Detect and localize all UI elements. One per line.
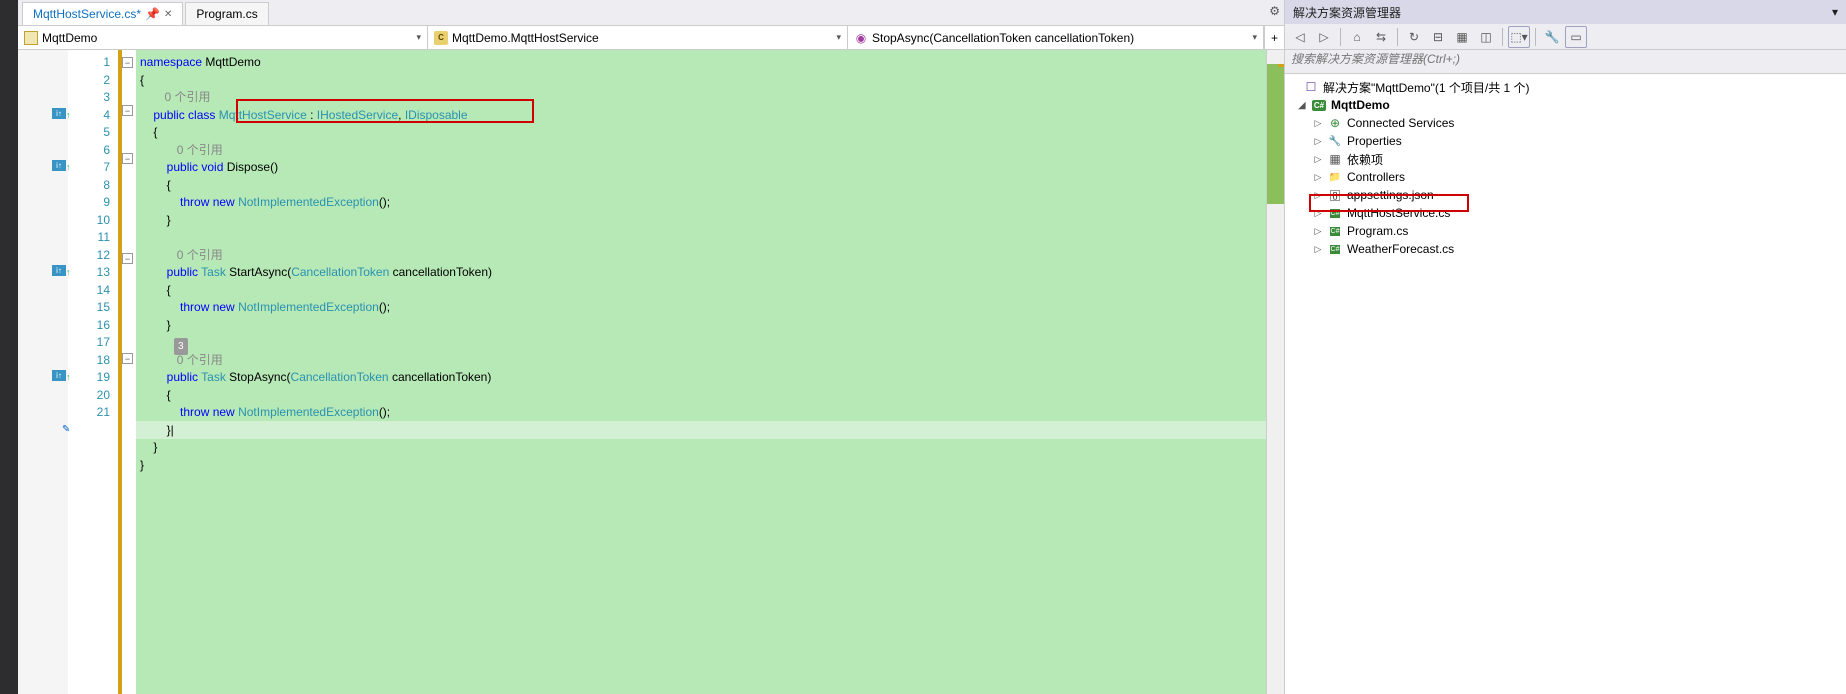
properties-button[interactable]: 🔧 bbox=[1541, 26, 1563, 48]
gear-icon[interactable]: ⚙ bbox=[1269, 4, 1280, 18]
chevron-down-icon: ▾ bbox=[1252, 32, 1257, 43]
fold-toggle[interactable]: − bbox=[122, 353, 133, 364]
expand-icon[interactable]: ▷ bbox=[1313, 208, 1323, 219]
codelens-badge[interactable]: 3 bbox=[174, 338, 188, 356]
outlining-margin: − − − − − bbox=[122, 50, 136, 694]
fold-toggle[interactable]: − bbox=[122, 105, 133, 116]
expand-icon[interactable]: ▷ bbox=[1313, 172, 1323, 183]
csharp-file-icon bbox=[1327, 245, 1343, 254]
tree-item-appsettings[interactable]: ▷ appsettings.json bbox=[1285, 186, 1846, 204]
solution-search[interactable] bbox=[1285, 50, 1846, 74]
solution-explorer: 解决方案资源管理器 ▾ ◁ ▷ ⌂ ⇆ ↻ ⊟ ▦ ◫ ⬚▾ 🔧 ▭ 解决方案"… bbox=[1284, 0, 1846, 694]
suggestion-indicator-icon[interactable]: i↑ bbox=[52, 160, 66, 171]
pin-icon[interactable]: 📌 bbox=[145, 7, 160, 21]
tree-item-weatherforecast[interactable]: ▷ WeatherForecast.cs bbox=[1285, 240, 1846, 258]
sync-button[interactable]: ⇆ bbox=[1370, 26, 1392, 48]
solution-node[interactable]: 解决方案"MqttDemo"(1 个项目/共 1 个) bbox=[1285, 78, 1846, 96]
nav-class-combo[interactable]: C MqttDemo.MqttHostService ▾ bbox=[428, 26, 848, 49]
preview-button[interactable]: ◫ bbox=[1475, 26, 1497, 48]
suggestion-indicator-icon[interactable]: i↑ bbox=[52, 265, 66, 276]
chevron-down-icon: ▾ bbox=[416, 32, 421, 43]
chevron-down-icon: ▾ bbox=[836, 32, 841, 43]
tree-item-controllers[interactable]: ▷ Controllers bbox=[1285, 168, 1846, 186]
solution-toolbar: ◁ ▷ ⌂ ⇆ ↻ ⊟ ▦ ◫ ⬚▾ 🔧 ▭ bbox=[1285, 24, 1846, 50]
nav-project-label: MqttDemo bbox=[42, 31, 97, 45]
navigation-bar: MqttDemo ▾ C MqttDemo.MqttHostService ▾ … bbox=[18, 26, 1284, 50]
expand-icon[interactable]: ▷ bbox=[1313, 118, 1323, 129]
solution-tree[interactable]: 解决方案"MqttDemo"(1 个项目/共 1 个) ◢ MqttDemo ▷… bbox=[1285, 74, 1846, 694]
tab-program[interactable]: Program.cs bbox=[185, 2, 268, 25]
nav-member-label: StopAsync(CancellationToken cancellation… bbox=[872, 31, 1134, 45]
expand-icon[interactable]: ▷ bbox=[1313, 226, 1323, 237]
csproj-icon bbox=[1311, 100, 1327, 111]
csharp-file-icon bbox=[1327, 227, 1343, 236]
collapse-all-button[interactable]: ⊟ bbox=[1427, 26, 1449, 48]
solution-icon bbox=[1303, 80, 1319, 94]
codelens-references[interactable]: 0 个引用 bbox=[177, 248, 223, 262]
tree-item-properties[interactable]: ▷ Properties bbox=[1285, 132, 1846, 150]
tab-label: MqttHostService.cs* bbox=[33, 7, 141, 21]
line-number-gutter: 1 2 3 4 5 6 7 8 9 10 11 12 13 14 15 16 1… bbox=[68, 50, 118, 694]
split-button[interactable]: + bbox=[1264, 26, 1284, 49]
home-button[interactable]: ⌂ bbox=[1346, 26, 1368, 48]
suggestion-indicator-icon[interactable]: i↑ bbox=[52, 370, 66, 381]
fold-toggle[interactable]: − bbox=[122, 153, 133, 164]
nav-member-combo[interactable]: ◉ StopAsync(CancellationToken cancellati… bbox=[848, 26, 1264, 49]
expand-icon[interactable]: ▷ bbox=[1313, 190, 1323, 201]
json-icon bbox=[1327, 190, 1343, 201]
search-input[interactable] bbox=[1291, 52, 1840, 66]
vertical-toolstrip[interactable] bbox=[0, 0, 18, 694]
forward-button[interactable]: ▷ bbox=[1313, 26, 1335, 48]
tree-item-dependencies[interactable]: ▷ 依赖项 bbox=[1285, 150, 1846, 168]
project-node[interactable]: ◢ MqttDemo bbox=[1285, 96, 1846, 114]
view-button[interactable]: ⬚▾ bbox=[1508, 26, 1530, 48]
vertical-scrollbar[interactable] bbox=[1266, 50, 1284, 694]
expand-icon[interactable]: ▷ bbox=[1313, 244, 1323, 255]
tree-item-connected-services[interactable]: ▷ Connected Services bbox=[1285, 114, 1846, 132]
refresh-button[interactable]: ↻ bbox=[1403, 26, 1425, 48]
panel-title: 解决方案资源管理器 bbox=[1293, 4, 1401, 21]
project-icon bbox=[24, 31, 38, 45]
properties-icon bbox=[1327, 136, 1343, 147]
expand-icon[interactable]: ▷ bbox=[1313, 154, 1323, 165]
tab-label: Program.cs bbox=[196, 7, 257, 21]
fold-toggle[interactable]: − bbox=[122, 253, 133, 264]
codelens-references[interactable]: 0 个引用 bbox=[177, 143, 223, 157]
caret-marker-icon: ✎ bbox=[62, 424, 70, 435]
csharp-file-icon bbox=[1327, 209, 1343, 218]
code-editor[interactable]: i↑ ↑ i↑ ↑ i↑ ↑ i↑ ↑ ✎ 1 2 3 4 5 6 7 8 9 … bbox=[18, 50, 1284, 694]
editor-main: MqttHostService.cs* 📌 ✕ Program.cs ⚙ Mqt… bbox=[18, 0, 1284, 694]
document-tab-bar: MqttHostService.cs* 📌 ✕ Program.cs ⚙ bbox=[18, 0, 1284, 26]
tree-item-mqtthostservice[interactable]: ▷ MqttHostService.cs bbox=[1285, 204, 1846, 222]
expand-icon[interactable]: ◢ bbox=[1297, 100, 1307, 111]
expand-icon[interactable]: ▷ bbox=[1313, 136, 1323, 147]
method-icon: ◉ bbox=[854, 31, 868, 45]
connected-services-icon bbox=[1327, 116, 1343, 130]
chevron-down-icon[interactable]: ▾ bbox=[1832, 5, 1838, 19]
indicator-margin: i↑ ↑ i↑ ↑ i↑ ↑ i↑ ↑ ✎ bbox=[18, 50, 68, 694]
code-text-area[interactable]: namespace MqttDemo { 0 个引用 public class … bbox=[136, 50, 1266, 694]
tab-mqtthostservice[interactable]: MqttHostService.cs* 📌 ✕ bbox=[22, 2, 183, 25]
close-icon[interactable]: ✕ bbox=[164, 9, 172, 20]
fold-toggle[interactable]: − bbox=[122, 57, 133, 68]
class-icon: C bbox=[434, 31, 448, 45]
codelens-references[interactable]: 0 个引用 bbox=[164, 90, 210, 104]
filter-button[interactable]: ▭ bbox=[1565, 26, 1587, 48]
tree-item-program[interactable]: ▷ Program.cs bbox=[1285, 222, 1846, 240]
show-all-files-button[interactable]: ▦ bbox=[1451, 26, 1473, 48]
back-button[interactable]: ◁ bbox=[1289, 26, 1311, 48]
suggestion-indicator-icon[interactable]: i↑ bbox=[52, 108, 66, 119]
panel-title-bar[interactable]: 解决方案资源管理器 ▾ bbox=[1285, 0, 1846, 24]
nav-class-label: MqttDemo.MqttHostService bbox=[452, 31, 599, 45]
dependencies-icon bbox=[1327, 152, 1343, 166]
folder-icon bbox=[1327, 172, 1343, 183]
nav-project-combo[interactable]: MqttDemo ▾ bbox=[18, 26, 428, 49]
